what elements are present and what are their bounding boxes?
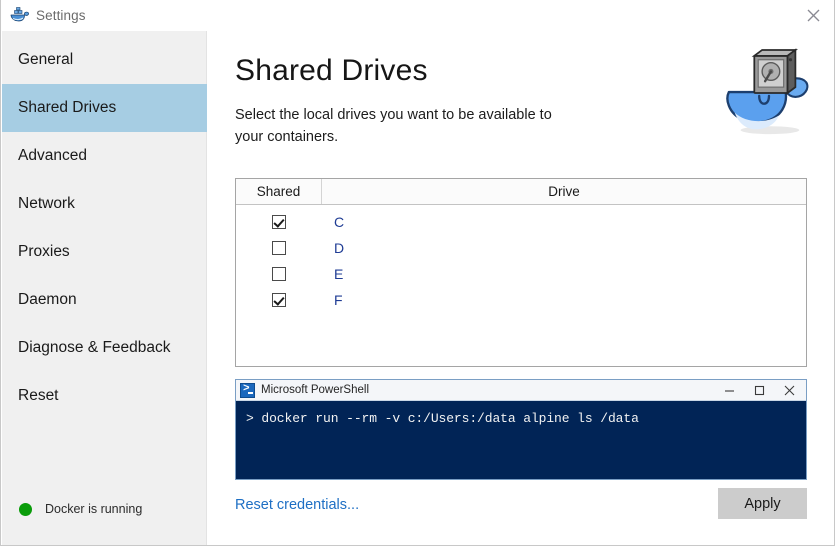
powershell-maximize-button[interactable] xyxy=(744,381,774,401)
docker-whale-with-harddrive-icon xyxy=(719,48,817,138)
sidebar-item-diagnose-feedback[interactable]: Diagnose & Feedback xyxy=(2,324,207,372)
powershell-close-button[interactable] xyxy=(774,381,804,401)
drive-label: F xyxy=(334,292,343,308)
sidebar-item-daemon[interactable]: Daemon xyxy=(2,276,207,324)
sidebar-item-label: Diagnose & Feedback xyxy=(18,339,171,356)
shared-cell xyxy=(236,241,322,255)
table-body: C D E F xyxy=(236,205,806,313)
sidebar-item-label: Shared Drives xyxy=(18,99,117,116)
shared-cell xyxy=(236,267,322,281)
shared-cell xyxy=(236,293,322,307)
sidebar-nav: General Shared Drives Advanced Network P… xyxy=(2,36,207,420)
drive-share-checkbox-e[interactable] xyxy=(272,267,286,281)
close-icon xyxy=(807,9,820,21)
sidebar-item-reset[interactable]: Reset xyxy=(2,372,207,420)
powershell-output[interactable]: > docker run --rm -v c:/Users:/data alpi… xyxy=(236,401,806,479)
close-icon xyxy=(784,385,794,396)
sidebar-item-general[interactable]: General xyxy=(2,36,207,84)
sidebar: General Shared Drives Advanced Network P… xyxy=(2,31,207,545)
powershell-window-controls xyxy=(714,380,804,401)
maximize-icon xyxy=(754,385,764,396)
drive-share-checkbox-f[interactable] xyxy=(272,293,286,307)
drive-share-checkbox-c[interactable] xyxy=(272,215,286,229)
sidebar-item-network[interactable]: Network xyxy=(2,180,207,228)
minimize-icon xyxy=(724,390,734,392)
drive-share-checkbox-d[interactable] xyxy=(272,241,286,255)
shared-drives-table: Shared Drive C D E F xyxy=(235,178,807,367)
docker-whale-icon xyxy=(10,6,30,24)
page-title: Shared Drives xyxy=(235,54,428,87)
sidebar-item-label: General xyxy=(18,51,74,68)
column-header-drive: Drive xyxy=(548,184,580,199)
table-row[interactable]: D xyxy=(236,235,806,261)
sidebar-item-label: Proxies xyxy=(18,243,70,260)
powershell-titlebar: Microsoft PowerShell xyxy=(236,380,806,401)
sidebar-item-label: Daemon xyxy=(18,291,77,308)
powershell-title: Microsoft PowerShell xyxy=(261,384,370,396)
main-content: Shared Drives Select the local drives yo… xyxy=(207,31,834,545)
docker-status: Docker is running xyxy=(2,495,207,523)
drive-label: E xyxy=(334,266,344,282)
sidebar-item-proxies[interactable]: Proxies xyxy=(2,228,207,276)
drive-label: C xyxy=(334,214,345,230)
page-description: Select the local drives you want to be a… xyxy=(235,107,552,145)
reset-credentials-link[interactable]: Reset credentials... xyxy=(235,497,359,513)
drive-label: D xyxy=(334,240,345,256)
window-close-button[interactable] xyxy=(791,0,834,30)
sidebar-item-label: Network xyxy=(18,195,75,212)
sidebar-item-shared-drives[interactable]: Shared Drives xyxy=(2,84,207,132)
sidebar-item-label: Reset xyxy=(18,387,59,404)
powershell-window: Microsoft PowerShell xyxy=(235,379,807,480)
table-header-row: Shared Drive xyxy=(236,179,806,205)
sidebar-item-label: Advanced xyxy=(18,147,87,164)
status-text: Docker is running xyxy=(45,502,143,516)
status-indicator-dot xyxy=(19,502,32,516)
powershell-command-line: > docker run --rm -v c:/Users:/data alpi… xyxy=(246,411,639,426)
column-header-shared: Shared xyxy=(236,179,322,204)
apply-button[interactable]: Apply xyxy=(718,488,807,519)
sidebar-item-advanced[interactable]: Advanced xyxy=(2,132,207,180)
table-row[interactable]: C xyxy=(236,209,806,235)
window-titlebar: Settings xyxy=(1,0,834,31)
powershell-icon xyxy=(240,382,255,398)
table-row[interactable]: E xyxy=(236,261,806,287)
table-row[interactable]: F xyxy=(236,287,806,313)
settings-window: Settings General Shared Drives Advanced … xyxy=(0,0,835,546)
shared-cell xyxy=(236,215,322,229)
window-title: Settings xyxy=(36,8,86,23)
powershell-minimize-button[interactable] xyxy=(714,381,744,401)
